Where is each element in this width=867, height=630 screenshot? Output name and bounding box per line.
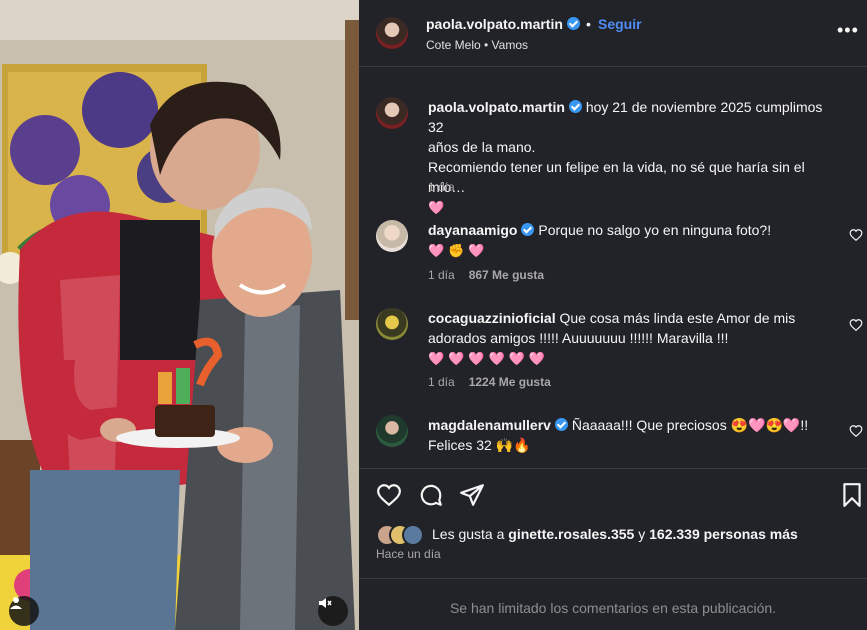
likes-count[interactable]: 162.339 personas más xyxy=(649,526,798,542)
likes-summary[interactable]: Les gusta a ginette.rosales.355 y 162.33… xyxy=(432,526,798,542)
tagged-users-button[interactable] xyxy=(9,596,39,626)
comment-emoji: 🩷✊🩷 xyxy=(428,243,489,258)
post-photo[interactable] xyxy=(0,0,359,630)
verified-badge-icon xyxy=(566,17,580,30)
caption-text: paola.volpato.martin hoy 21 de noviembre… xyxy=(428,97,838,218)
footer-divider xyxy=(359,578,867,579)
caption-emoji: 🩷 xyxy=(428,200,449,215)
comment-time: 1 día xyxy=(428,375,455,389)
post-panel: paola.volpato.martin • Seguir Cote Melo … xyxy=(359,0,867,630)
comment-meta: 1 día 1224 Me gusta xyxy=(428,375,551,389)
likes-prefix: Les gusta a xyxy=(432,526,505,542)
caption-time: 1 día xyxy=(428,180,455,194)
comment: magdalenamullerv Ñaaaaa!!! Que preciosos… xyxy=(359,415,867,467)
action-bar xyxy=(359,470,867,520)
more-options-icon[interactable]: ••• xyxy=(837,20,859,40)
comment-like-heart-icon[interactable] xyxy=(849,318,863,332)
comment-like-heart-icon[interactable] xyxy=(849,228,863,242)
likes-conjunction: y xyxy=(638,526,646,542)
heart-icon[interactable] xyxy=(376,482,402,508)
audio-track-link[interactable]: Cote Melo • Vamos xyxy=(426,38,528,52)
separator-dot: • xyxy=(586,16,591,32)
follow-button[interactable]: Seguir xyxy=(598,16,642,32)
caption-avatar[interactable] xyxy=(376,97,408,129)
bookmark-icon[interactable] xyxy=(839,482,865,508)
comment-icon[interactable] xyxy=(418,482,444,508)
commenter-avatar[interactable] xyxy=(376,308,408,340)
caption-username[interactable]: paola.volpato.martin xyxy=(428,99,565,115)
verified-badge-icon xyxy=(521,223,535,236)
author-username[interactable]: paola.volpato.martin xyxy=(426,16,580,32)
comment-text: dayanaamigo Porque no salgo yo en ningun… xyxy=(428,220,838,261)
share-icon[interactable] xyxy=(459,482,485,508)
mute-toggle-button[interactable] xyxy=(318,596,348,626)
comment-like-heart-icon[interactable] xyxy=(849,424,863,438)
commenter-avatar[interactable] xyxy=(376,220,408,252)
comment-text: cocaguazzinioficial Que cosa más linda e… xyxy=(428,308,838,369)
user-icon xyxy=(10,597,22,609)
comment-likes[interactable]: 1224 Me gusta xyxy=(469,375,551,389)
commenter-username[interactable]: dayanaamigo xyxy=(428,222,517,238)
caption-line-3: Recomiendo tener un felipe en la vida, n… xyxy=(428,159,805,195)
comment-content: Ñaaaaa!!! Que preciosos 😍🩷😍🩷!! xyxy=(571,417,809,433)
verified-badge-icon xyxy=(568,100,582,113)
header-divider xyxy=(359,66,867,67)
comment-content-line-2: Felices 32 🙌🔥 xyxy=(428,437,531,453)
avatar xyxy=(402,524,424,546)
author-avatar[interactable] xyxy=(376,17,408,49)
muted-speaker-icon xyxy=(319,598,332,608)
commenter-username[interactable]: cocaguazzinioficial xyxy=(428,310,556,326)
post-header: paola.volpato.martin • Seguir Cote Melo … xyxy=(359,0,867,66)
comment-likes[interactable]: 867 Me gusta xyxy=(469,268,544,282)
comment-emoji: 🩷🩷🩷🩷🩷🩷 xyxy=(428,351,550,366)
commenter-username[interactable]: magdalenamullerv xyxy=(428,417,551,433)
photo-illustration xyxy=(0,0,359,630)
verified-badge-icon xyxy=(554,418,568,431)
comment-content: Porque no salgo yo en ninguna foto?! xyxy=(538,222,772,238)
actions-divider xyxy=(359,468,867,469)
comment-time: 1 día xyxy=(428,268,455,282)
comment-meta: 1 día 867 Me gusta xyxy=(428,268,544,282)
caption-line-2: años de la mano. xyxy=(428,139,536,155)
commenter-avatar[interactable] xyxy=(376,415,408,447)
comment-text: magdalenamullerv Ñaaaaa!!! Que preciosos… xyxy=(428,415,838,455)
liked-by-username[interactable]: ginette.rosales.355 xyxy=(508,526,634,542)
post-timestamp[interactable]: Hace un día xyxy=(376,547,441,561)
comments-limited-notice: Se han limitado los comentarios en esta … xyxy=(449,600,777,616)
